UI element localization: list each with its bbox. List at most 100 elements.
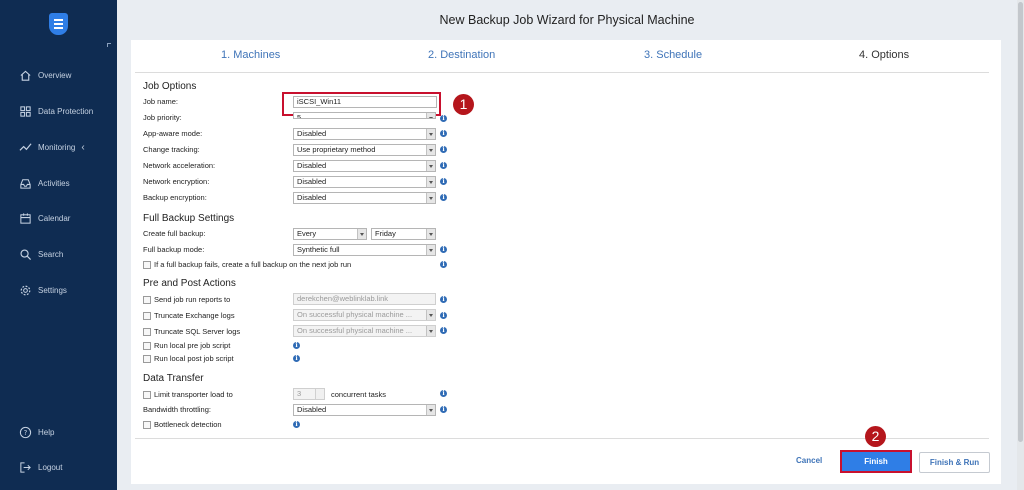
info-icon[interactable]: i bbox=[440, 194, 447, 201]
truncate-sql-value: On successful physical machine ... bbox=[297, 326, 413, 335]
info-icon[interactable]: i bbox=[440, 296, 447, 303]
sidebar-item-label: Settings bbox=[38, 285, 67, 295]
info-icon[interactable]: i bbox=[440, 312, 447, 319]
gear-icon bbox=[19, 284, 32, 297]
info-icon[interactable]: i bbox=[440, 162, 447, 169]
info-icon[interactable]: i bbox=[440, 115, 447, 122]
bottleneck-label: Bottleneck detection bbox=[154, 420, 222, 429]
search-icon bbox=[19, 248, 32, 261]
calendar-icon bbox=[19, 212, 32, 225]
truncate-exchange-row[interactable]: Truncate Exchange logs bbox=[143, 311, 235, 321]
truncate-sql-row[interactable]: Truncate SQL Server logs bbox=[143, 327, 240, 337]
chevron-left-icon[interactable]: ‹ bbox=[81, 142, 84, 153]
limit-load-checkbox[interactable] bbox=[143, 391, 151, 399]
info-icon[interactable]: i bbox=[440, 146, 447, 153]
sidebar-item-label: Monitoring bbox=[38, 142, 76, 152]
info-icon[interactable]: i bbox=[440, 390, 447, 397]
step-machines[interactable]: 1. Machines bbox=[221, 49, 280, 61]
network-acceleration-label: Network acceleration: bbox=[143, 161, 216, 170]
info-icon[interactable]: i bbox=[440, 406, 447, 413]
full-backup-mode-select[interactable]: Synthetic full bbox=[293, 244, 436, 256]
info-icon[interactable]: i bbox=[440, 246, 447, 253]
sidebar-item-overview[interactable]: Overview bbox=[0, 60, 117, 90]
backup-encryption-select[interactable]: Disabled bbox=[293, 192, 436, 204]
backup-encryption-value: Disabled bbox=[297, 193, 327, 202]
callout-badge-2: 2 bbox=[865, 426, 886, 447]
info-icon[interactable]: i bbox=[440, 178, 447, 185]
finish-and-run-button[interactable]: Finish & Run bbox=[919, 452, 990, 473]
info-icon[interactable]: i bbox=[440, 261, 447, 268]
grid-icon bbox=[19, 105, 32, 118]
sidebar-item-monitoring[interactable]: Monitoring ‹ bbox=[0, 132, 117, 162]
truncate-sql-select[interactable]: On successful physical machine ... bbox=[293, 325, 436, 337]
info-icon[interactable]: i bbox=[440, 327, 447, 334]
bandwidth-throttling-select[interactable]: Disabled bbox=[293, 404, 436, 416]
sidebar-item-data-protection[interactable]: Data Protection bbox=[0, 96, 117, 126]
full-backup-fail-checkbox-row[interactable]: If a full backup fails, create a full ba… bbox=[143, 260, 351, 270]
send-reports-checkbox[interactable] bbox=[143, 296, 151, 304]
finish-button[interactable]: Finish bbox=[840, 450, 912, 473]
post-script-checkbox[interactable] bbox=[143, 355, 151, 363]
scrollbar[interactable] bbox=[1017, 0, 1024, 490]
full-backup-mode-value: Synthetic full bbox=[297, 245, 340, 254]
report-email-input[interactable]: derekchen@weblinklab.link bbox=[293, 293, 436, 305]
pulse-icon bbox=[19, 141, 32, 154]
step-destination[interactable]: 2. Destination bbox=[428, 49, 495, 61]
truncate-exchange-select[interactable]: On successful physical machine ... bbox=[293, 309, 436, 321]
full-backup-day-value: Friday bbox=[375, 229, 396, 238]
transporter-load-stepper[interactable]: 3 bbox=[293, 388, 325, 400]
network-acceleration-select[interactable]: Disabled bbox=[293, 160, 436, 172]
app-aware-select[interactable]: Disabled bbox=[293, 128, 436, 140]
bandwidth-throttling-label: Bandwidth throttling: bbox=[143, 405, 211, 414]
full-backup-day-select[interactable]: Friday bbox=[371, 228, 436, 240]
info-icon[interactable]: i bbox=[293, 355, 300, 362]
job-priority-select[interactable]: 5 bbox=[293, 112, 436, 119]
concurrent-tasks-label: concurrent tasks bbox=[331, 390, 387, 399]
sidebar-item-help[interactable]: ? Help bbox=[0, 417, 117, 447]
sidebar-item-search[interactable]: Search bbox=[0, 239, 117, 269]
home-icon bbox=[19, 69, 32, 82]
truncate-sql-checkbox[interactable] bbox=[143, 328, 151, 336]
pre-script-checkbox[interactable] bbox=[143, 342, 151, 350]
inbox-icon bbox=[19, 177, 32, 190]
steps-divider bbox=[135, 72, 989, 73]
bottleneck-checkbox[interactable] bbox=[143, 421, 151, 429]
step-schedule[interactable]: 3. Schedule bbox=[644, 49, 702, 61]
send-reports-row[interactable]: Send job run reports to bbox=[143, 295, 230, 305]
app-aware-value: Disabled bbox=[297, 129, 327, 138]
create-full-backup-label: Create full backup: bbox=[143, 229, 206, 238]
truncate-exchange-label: Truncate Exchange logs bbox=[154, 311, 235, 320]
sidebar-item-logout[interactable]: Logout bbox=[0, 452, 117, 482]
sidebar-item-calendar[interactable]: Calendar bbox=[0, 203, 117, 233]
truncate-exchange-checkbox[interactable] bbox=[143, 312, 151, 320]
sidebar-item-label: Help bbox=[38, 427, 55, 437]
sidebar-item-settings[interactable]: Settings bbox=[0, 275, 117, 305]
info-icon[interactable]: i bbox=[293, 342, 300, 349]
post-script-row[interactable]: Run local post job script bbox=[143, 354, 234, 364]
network-acceleration-value: Disabled bbox=[297, 161, 327, 170]
logo-icon[interactable] bbox=[49, 13, 68, 35]
sidebar-item-label: Search bbox=[38, 249, 64, 259]
pre-script-label: Run local pre job script bbox=[154, 341, 231, 350]
sidebar-item-label: Data Protection bbox=[38, 106, 94, 116]
full-backup-fail-checkbox[interactable] bbox=[143, 261, 151, 269]
post-script-label: Run local post job script bbox=[154, 354, 234, 363]
sidebar-item-label: Activities bbox=[38, 178, 70, 188]
full-backup-frequency-value: Every bbox=[297, 229, 317, 238]
scroll-thumb[interactable] bbox=[1018, 2, 1023, 442]
change-tracking-select[interactable]: Use proprietary method bbox=[293, 144, 436, 156]
network-encryption-select[interactable]: Disabled bbox=[293, 176, 436, 188]
collapse-sidebar-icon[interactable] bbox=[107, 43, 111, 47]
cancel-button[interactable]: Cancel bbox=[796, 456, 822, 465]
job-options-title: Job Options bbox=[143, 81, 197, 92]
pre-script-row[interactable]: Run local pre job script bbox=[143, 341, 230, 351]
wizard-steps: 1. Machines 2. Destination 3. Schedule 4… bbox=[131, 40, 1001, 71]
full-backup-frequency-select[interactable]: Every bbox=[293, 228, 367, 240]
limit-load-row[interactable]: Limit transporter load to bbox=[143, 390, 233, 400]
info-icon[interactable]: i bbox=[440, 130, 447, 137]
sidebar-item-label: Calendar bbox=[38, 213, 71, 223]
bottleneck-row[interactable]: Bottleneck detection bbox=[143, 420, 222, 430]
step-options[interactable]: 4. Options bbox=[859, 49, 909, 61]
sidebar-item-activities[interactable]: Activities bbox=[0, 168, 117, 198]
info-icon[interactable]: i bbox=[293, 421, 300, 428]
